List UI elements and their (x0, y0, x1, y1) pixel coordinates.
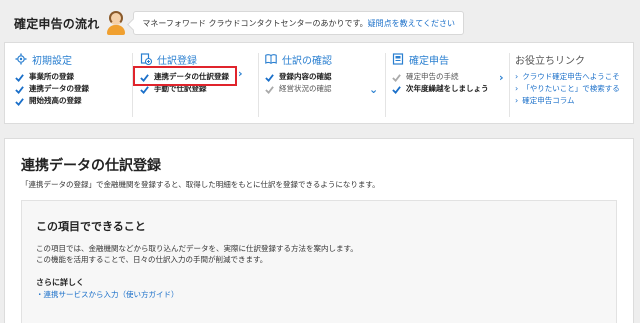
page-header: 確定申告の流れ マネーフォワード クラウドコンタクトセンターのあかりです。 疑問… (4, 6, 634, 40)
check-icon (265, 73, 274, 82)
divider (509, 53, 510, 117)
chevron-right-icon: › (515, 84, 519, 93)
chevron-right-icon: › (499, 71, 504, 84)
more-info-heading: さらに詳しく (36, 278, 84, 287)
step-item[interactable]: 事業所の登録 (15, 71, 135, 83)
assistant-bubble: マネーフォワード クラウドコンタクトセンターのあかりです。 疑問点を教えてくださ… (133, 11, 465, 35)
help-link-label: クラウド確定申告へようこそ (522, 72, 620, 81)
step-review: 仕訳の確認 登録内容の確認 経営状況の確認 (265, 43, 385, 125)
check-icon (265, 85, 274, 94)
card-text: この項目では、金融機関などから取り込んだデータを、実際に仕訳登録する方法を案内し… (36, 244, 358, 253)
step-item-label: 登録内容の確認 (279, 72, 332, 81)
step-item-label: 確定申告の手続 (406, 72, 459, 81)
step-title: 初期設定 (32, 55, 72, 67)
chevron-right-icon: › (238, 67, 243, 80)
info-card: この項目でできること この項目では、金融機関などから取り込んだデータを、実際に仕… (21, 200, 617, 323)
usage-guide-link[interactable]: ・連携サービスから入力（使い方ガイド） (36, 289, 179, 300)
assistant-avatar-icon (105, 10, 127, 36)
workflow-panel: 初期設定 事業所の登録 連携データの登録 開始残高の登録 仕訳登録 連携データの… (4, 42, 634, 124)
gear-icon (15, 53, 27, 65)
document-plus-icon (140, 53, 152, 65)
help-link[interactable]: › 確定申告コラム (515, 95, 633, 107)
step-item-label: 次年度繰越をしましょう (406, 84, 489, 93)
chevron-right-icon: › (515, 96, 519, 105)
step-item[interactable]: 連携データの登録 (15, 83, 135, 95)
check-icon (392, 73, 401, 82)
step-item[interactable]: 確定申告の手続 (392, 71, 512, 83)
step-item[interactable]: 次年度繰越をしましょう (392, 83, 512, 95)
card-text: この機能を活用することで、日々の仕訳入力の手間が削減できます。 (36, 255, 268, 264)
divider (385, 53, 386, 117)
step-item-label: 経営状況の確認 (279, 84, 332, 93)
main-content: 連携データの仕訳登録 「連携データの登録」で金融機関を登録すると、取得した明細を… (4, 138, 634, 323)
chevron-right-icon: › (515, 72, 519, 81)
ask-question-link[interactable]: 疑問点を教えてください (368, 18, 455, 29)
check-icon (15, 73, 24, 82)
report-icon (392, 53, 404, 65)
assistant-message: マネーフォワード クラウドコンタクトセンターのあかりです。 (142, 18, 368, 28)
check-icon (392, 85, 401, 94)
divider (258, 53, 259, 117)
chevron-down-icon: ⌄ (369, 83, 379, 96)
section-title: 連携データの仕訳登録 (21, 158, 161, 174)
help-links: お役立ちリンク › クラウド確定申告へようこそ › 「やりたいこと」で検索する › 確… (515, 43, 633, 125)
step-item[interactable]: 経営状況の確認 (265, 83, 385, 95)
step-item-label: 事業所の登録 (29, 72, 74, 81)
page-title: 確定申告の流れ (14, 16, 100, 31)
check-icon (15, 85, 24, 94)
help-links-title: お役立ちリンク (515, 55, 585, 67)
step-item-label: 連携データの登録 (29, 84, 89, 93)
step-initial-settings: 初期設定 事業所の登録 連携データの登録 開始残高の登録 (15, 43, 135, 125)
step-title: 仕訳の確認 (282, 55, 332, 67)
step-item[interactable]: 開始残高の登録 (15, 95, 135, 107)
section-description: 「連携データの登録」で金融機関を登録すると、取得した明細をもとに仕訳を登録できる… (21, 180, 380, 189)
step-title: 確定申告 (409, 55, 449, 67)
current-step-highlight (133, 66, 237, 86)
step-title: 仕訳登録 (157, 55, 197, 67)
step-item-label: 開始残高の登録 (29, 96, 82, 105)
help-link[interactable]: › 「やりたいこと」で検索する (515, 83, 633, 95)
step-tax-return: 確定申告 確定申告の手続 次年度繰越をしましょう (392, 43, 512, 125)
step-item[interactable]: 登録内容の確認 (265, 71, 385, 83)
book-icon (265, 54, 277, 64)
help-link[interactable]: › クラウド確定申告へようこそ (515, 71, 633, 83)
card-title: この項目でできること (36, 220, 146, 233)
help-link-label: 「やりたいこと」で検索する (522, 84, 620, 93)
check-icon (15, 97, 24, 106)
help-link-label: 確定申告コラム (522, 96, 575, 105)
